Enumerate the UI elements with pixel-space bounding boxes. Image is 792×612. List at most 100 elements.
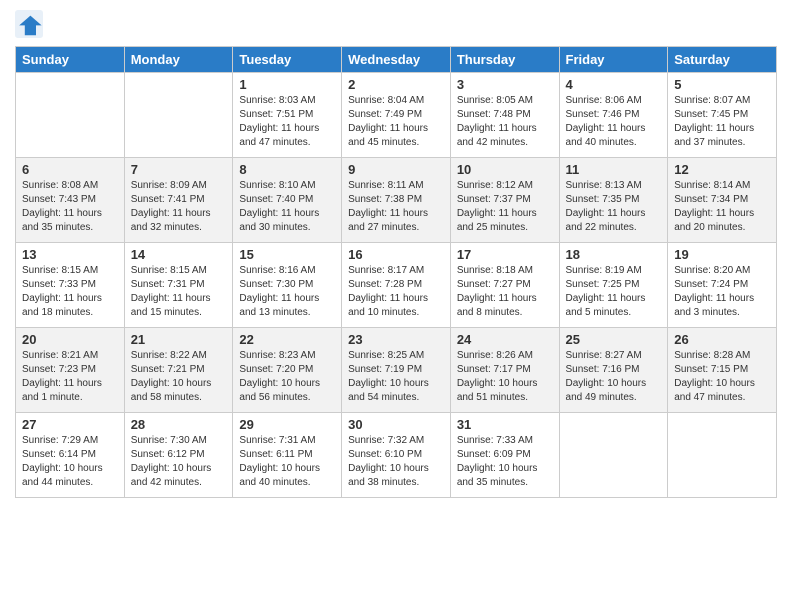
day-info: Sunrise: 8:26 AM Sunset: 7:17 PM Dayligh… bbox=[457, 349, 553, 405]
page-header bbox=[15, 10, 777, 38]
calendar-cell bbox=[559, 413, 668, 498]
day-number: 17 bbox=[457, 247, 553, 262]
day-info: Sunrise: 8:27 AM Sunset: 7:16 PM Dayligh… bbox=[566, 349, 662, 405]
calendar-cell: 12 Sunrise: 8:14 AM Sunset: 7:34 PM Dayli… bbox=[668, 158, 777, 243]
day-info: Sunrise: 8:09 AM Sunset: 7:41 PM Dayligh… bbox=[131, 179, 227, 235]
day-info: Sunrise: 8:25 AM Sunset: 7:19 PM Dayligh… bbox=[348, 349, 444, 405]
day-info: Sunrise: 7:33 AM Sunset: 6:09 PM Dayligh… bbox=[457, 434, 553, 490]
week-row-1: 1 Sunrise: 8:03 AM Sunset: 7:51 PM Daylig… bbox=[16, 73, 777, 158]
calendar-cell: 25 Sunrise: 8:27 AM Sunset: 7:16 PM Dayli… bbox=[559, 328, 668, 413]
day-info: Sunrise: 8:19 AM Sunset: 7:25 PM Dayligh… bbox=[566, 264, 662, 320]
calendar-cell: 13 Sunrise: 8:15 AM Sunset: 7:33 PM Dayli… bbox=[16, 243, 125, 328]
week-row-5: 27 Sunrise: 7:29 AM Sunset: 6:14 PM Dayli… bbox=[16, 413, 777, 498]
calendar-cell: 2Sunrise: 8:04 AM Sunset: 7:49 PM Daylig… bbox=[342, 73, 451, 158]
day-info: Sunrise: 8:06 AM Sunset: 7:46 PM Dayligh… bbox=[566, 94, 662, 150]
calendar-cell bbox=[16, 73, 125, 158]
day-number: 23 bbox=[348, 332, 444, 347]
day-number: 30 bbox=[348, 417, 444, 432]
header-day-sunday: Sunday bbox=[16, 47, 125, 73]
day-info: Sunrise: 7:31 AM Sunset: 6:11 PM Dayligh… bbox=[239, 434, 335, 490]
calendar-cell: 28 Sunrise: 7:30 AM Sunset: 6:12 PM Dayli… bbox=[124, 413, 233, 498]
week-row-4: 20 Sunrise: 8:21 AM Sunset: 7:23 PM Dayli… bbox=[16, 328, 777, 413]
day-number: 18 bbox=[566, 247, 662, 262]
day-info: Sunrise: 8:15 AM Sunset: 7:31 PM Dayligh… bbox=[131, 264, 227, 320]
day-info: Sunrise: 8:15 AM Sunset: 7:33 PM Dayligh… bbox=[22, 264, 118, 320]
day-number: 9 bbox=[348, 162, 444, 177]
day-info: Sunrise: 7:30 AM Sunset: 6:12 PM Dayligh… bbox=[131, 434, 227, 490]
day-number: 16 bbox=[348, 247, 444, 262]
calendar-table: SundayMondayTuesdayWednesdayThursdayFrid… bbox=[15, 46, 777, 498]
day-number: 12 bbox=[674, 162, 770, 177]
day-info: Sunrise: 8:14 AM Sunset: 7:34 PM Dayligh… bbox=[674, 179, 770, 235]
calendar-cell: 27 Sunrise: 7:29 AM Sunset: 6:14 PM Dayli… bbox=[16, 413, 125, 498]
calendar-cell: 14Sunrise: 8:15 AM Sunset: 7:31 PM Dayli… bbox=[124, 243, 233, 328]
day-info: Sunrise: 8:21 AM Sunset: 7:23 PM Dayligh… bbox=[22, 349, 118, 405]
calendar-cell: 5 Sunrise: 8:07 AM Sunset: 7:45 PM Daylig… bbox=[668, 73, 777, 158]
day-info: Sunrise: 8:16 AM Sunset: 7:30 PM Dayligh… bbox=[239, 264, 335, 320]
day-number: 22 bbox=[239, 332, 335, 347]
week-row-2: 6 Sunrise: 8:08 AM Sunset: 7:43 PM Daylig… bbox=[16, 158, 777, 243]
day-number: 15 bbox=[239, 247, 335, 262]
day-number: 8 bbox=[239, 162, 335, 177]
day-info: Sunrise: 8:22 AM Sunset: 7:21 PM Dayligh… bbox=[131, 349, 227, 405]
day-number: 10 bbox=[457, 162, 553, 177]
calendar-cell: 18 Sunrise: 8:19 AM Sunset: 7:25 PM Dayli… bbox=[559, 243, 668, 328]
calendar-cell: 19 Sunrise: 8:20 AM Sunset: 7:24 PM Dayli… bbox=[668, 243, 777, 328]
calendar-cell: 31 Sunrise: 7:33 AM Sunset: 6:09 PM Dayli… bbox=[450, 413, 559, 498]
day-number: 24 bbox=[457, 332, 553, 347]
day-number: 7 bbox=[131, 162, 227, 177]
calendar-cell bbox=[668, 413, 777, 498]
day-info: Sunrise: 8:28 AM Sunset: 7:15 PM Dayligh… bbox=[674, 349, 770, 405]
day-number: 21 bbox=[131, 332, 227, 347]
calendar-cell: 15 Sunrise: 8:16 AM Sunset: 7:30 PM Dayli… bbox=[233, 243, 342, 328]
calendar-cell: 8 Sunrise: 8:10 AM Sunset: 7:40 PM Daylig… bbox=[233, 158, 342, 243]
day-info: Sunrise: 8:13 AM Sunset: 7:35 PM Dayligh… bbox=[566, 179, 662, 235]
header-day-wednesday: Wednesday bbox=[342, 47, 451, 73]
day-number: 26 bbox=[674, 332, 770, 347]
calendar-cell: 7 Sunrise: 8:09 AM Sunset: 7:41 PM Daylig… bbox=[124, 158, 233, 243]
calendar-cell: 16 Sunrise: 8:17 AM Sunset: 7:28 PM Dayli… bbox=[342, 243, 451, 328]
general-blue-logo-icon bbox=[15, 10, 43, 38]
calendar-cell: 23 Sunrise: 8:25 AM Sunset: 7:19 PM Dayli… bbox=[342, 328, 451, 413]
day-number: 29 bbox=[239, 417, 335, 432]
day-info: Sunrise: 8:20 AM Sunset: 7:24 PM Dayligh… bbox=[674, 264, 770, 320]
day-info: Sunrise: 8:10 AM Sunset: 7:40 PM Dayligh… bbox=[239, 179, 335, 235]
day-number: 1 bbox=[239, 77, 335, 92]
header-day-friday: Friday bbox=[559, 47, 668, 73]
day-number: 28 bbox=[131, 417, 227, 432]
day-number: 5 bbox=[674, 77, 770, 92]
day-info: Sunrise: 8:05 AM Sunset: 7:48 PM Dayligh… bbox=[457, 94, 553, 150]
day-number: 13 bbox=[22, 247, 118, 262]
day-info: Sunrise: 7:29 AM Sunset: 6:14 PM Dayligh… bbox=[22, 434, 118, 490]
day-number: 20 bbox=[22, 332, 118, 347]
header-day-thursday: Thursday bbox=[450, 47, 559, 73]
day-info: Sunrise: 8:11 AM Sunset: 7:38 PM Dayligh… bbox=[348, 179, 444, 235]
day-number: 31 bbox=[457, 417, 553, 432]
day-info: Sunrise: 8:07 AM Sunset: 7:45 PM Dayligh… bbox=[674, 94, 770, 150]
day-info: Sunrise: 8:18 AM Sunset: 7:27 PM Dayligh… bbox=[457, 264, 553, 320]
day-number: 4 bbox=[566, 77, 662, 92]
calendar-cell: 22Sunrise: 8:23 AM Sunset: 7:20 PM Dayli… bbox=[233, 328, 342, 413]
calendar-cell: 20 Sunrise: 8:21 AM Sunset: 7:23 PM Dayli… bbox=[16, 328, 125, 413]
day-info: Sunrise: 8:08 AM Sunset: 7:43 PM Dayligh… bbox=[22, 179, 118, 235]
day-number: 6 bbox=[22, 162, 118, 177]
day-number: 19 bbox=[674, 247, 770, 262]
day-info: Sunrise: 8:03 AM Sunset: 7:51 PM Dayligh… bbox=[239, 94, 335, 150]
logo bbox=[15, 10, 47, 38]
calendar-cell: 1 Sunrise: 8:03 AM Sunset: 7:51 PM Daylig… bbox=[233, 73, 342, 158]
calendar-cell: 9 Sunrise: 8:11 AM Sunset: 7:38 PM Daylig… bbox=[342, 158, 451, 243]
day-number: 27 bbox=[22, 417, 118, 432]
calendar-cell: 29 Sunrise: 7:31 AM Sunset: 6:11 PM Dayli… bbox=[233, 413, 342, 498]
calendar-cell: 11Sunrise: 8:13 AM Sunset: 7:35 PM Dayli… bbox=[559, 158, 668, 243]
day-info: Sunrise: 8:17 AM Sunset: 7:28 PM Dayligh… bbox=[348, 264, 444, 320]
header-row: SundayMondayTuesdayWednesdayThursdayFrid… bbox=[16, 47, 777, 73]
calendar-cell: 24 Sunrise: 8:26 AM Sunset: 7:17 PM Dayli… bbox=[450, 328, 559, 413]
calendar-cell: 21 Sunrise: 8:22 AM Sunset: 7:21 PM Dayli… bbox=[124, 328, 233, 413]
day-number: 2 bbox=[348, 77, 444, 92]
day-number: 3 bbox=[457, 77, 553, 92]
calendar-cell: 3 Sunrise: 8:05 AM Sunset: 7:48 PM Daylig… bbox=[450, 73, 559, 158]
calendar-cell: 6 Sunrise: 8:08 AM Sunset: 7:43 PM Daylig… bbox=[16, 158, 125, 243]
day-number: 25 bbox=[566, 332, 662, 347]
calendar-cell: 4 Sunrise: 8:06 AM Sunset: 7:46 PM Daylig… bbox=[559, 73, 668, 158]
header-day-tuesday: Tuesday bbox=[233, 47, 342, 73]
